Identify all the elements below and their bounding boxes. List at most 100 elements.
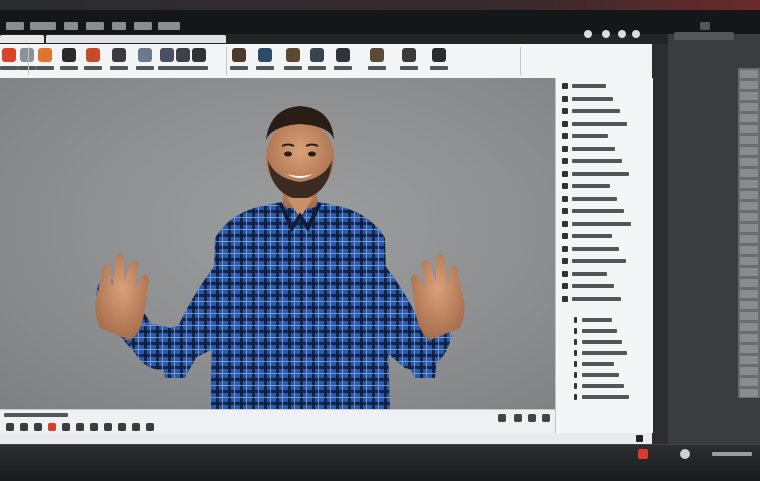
timeline-tool-icon[interactable] xyxy=(62,423,70,431)
camera-icon[interactable] xyxy=(62,48,76,62)
timeline-tool-icon[interactable] xyxy=(118,423,126,431)
menu-item[interactable] xyxy=(30,22,56,30)
light-icon[interactable] xyxy=(286,48,300,62)
record-icon[interactable] xyxy=(2,48,16,62)
property-row[interactable] xyxy=(562,207,646,216)
material-icon[interactable] xyxy=(86,48,100,62)
property-row[interactable] xyxy=(562,157,646,166)
thumbnail-cell[interactable] xyxy=(740,81,758,89)
thumbnail-cell[interactable] xyxy=(740,136,758,144)
menu-item[interactable] xyxy=(64,22,78,30)
tab-document[interactable] xyxy=(0,35,44,43)
thumbnail-cell[interactable] xyxy=(740,290,758,298)
timeline-tool-icon[interactable] xyxy=(20,423,28,431)
property-row[interactable] xyxy=(562,282,646,291)
restore-icon[interactable] xyxy=(618,30,626,38)
image-icon[interactable] xyxy=(370,48,384,62)
thumbnail-cell[interactable] xyxy=(740,257,758,265)
thumbnail-cell[interactable] xyxy=(740,70,758,78)
thumbnail-cell[interactable] xyxy=(740,235,758,243)
thumbnail-cell[interactable] xyxy=(740,169,758,177)
menu-item[interactable] xyxy=(134,22,152,30)
view-icon[interactable] xyxy=(310,48,324,62)
property-row[interactable] xyxy=(562,220,646,229)
property-row[interactable] xyxy=(562,270,646,279)
zoom-icon[interactable] xyxy=(528,414,536,422)
layer-row[interactable] xyxy=(574,349,644,358)
thumbnail-cell[interactable] xyxy=(740,312,758,320)
thumbnail-cell[interactable] xyxy=(740,334,758,342)
thumbnail-cell[interactable] xyxy=(740,323,758,331)
timeline-tool-icon[interactable] xyxy=(104,423,112,431)
layout-icon[interactable] xyxy=(160,48,174,62)
property-row[interactable] xyxy=(562,107,646,116)
thumbnail-cell[interactable] xyxy=(740,114,758,122)
thumbnail-cell[interactable] xyxy=(740,345,758,353)
layer-row[interactable] xyxy=(574,382,644,391)
thumbnail-cell[interactable] xyxy=(740,92,758,100)
shape-icon[interactable] xyxy=(20,48,34,62)
layer-row[interactable] xyxy=(574,371,644,380)
property-row[interactable] xyxy=(562,195,646,204)
timeline-tool-icon[interactable] xyxy=(48,423,56,431)
property-row[interactable] xyxy=(562,82,646,91)
thumbnail-cell[interactable] xyxy=(740,246,758,254)
property-row[interactable] xyxy=(562,295,646,304)
zoom-icon[interactable] xyxy=(514,414,522,422)
thumbnail-cell[interactable] xyxy=(740,279,758,287)
thumbnail-cell[interactable] xyxy=(740,147,758,155)
user-icon[interactable] xyxy=(680,449,690,459)
property-row[interactable] xyxy=(562,132,646,141)
scene-icon[interactable] xyxy=(258,48,272,62)
app-icon[interactable] xyxy=(638,449,648,459)
frame-icon[interactable] xyxy=(176,48,190,62)
minimize-icon[interactable] xyxy=(584,30,592,38)
property-row[interactable] xyxy=(562,120,646,129)
close-icon[interactable] xyxy=(632,30,640,38)
thumbnail-cell[interactable] xyxy=(740,103,758,111)
timeline-tool-icon[interactable] xyxy=(146,423,154,431)
film-icon[interactable] xyxy=(402,48,416,62)
menu-item[interactable] xyxy=(86,22,104,30)
menu-item[interactable] xyxy=(112,22,126,30)
panel-icon[interactable] xyxy=(192,48,206,62)
layer-row[interactable] xyxy=(574,327,644,336)
thumbnail-cell[interactable] xyxy=(740,356,758,364)
grid-icon[interactable] xyxy=(112,48,126,62)
menu-item[interactable] xyxy=(6,22,24,30)
thumbnail-cell[interactable] xyxy=(740,224,758,232)
thumbnail-cell[interactable] xyxy=(740,125,758,133)
thumbnail-cell[interactable] xyxy=(740,191,758,199)
thumbnail-cell[interactable] xyxy=(740,158,758,166)
property-row[interactable] xyxy=(562,95,646,104)
export-icon[interactable] xyxy=(336,48,350,62)
thumbnail-cell[interactable] xyxy=(740,268,758,276)
thumbnail-cell[interactable] xyxy=(740,378,758,386)
render-icon[interactable] xyxy=(232,48,246,62)
timeline-tool-icon[interactable] xyxy=(34,423,42,431)
zoom-icon[interactable] xyxy=(542,414,550,422)
thumbnail-cell[interactable] xyxy=(740,202,758,210)
timeline-tool-icon[interactable] xyxy=(132,423,140,431)
property-row[interactable] xyxy=(562,170,646,179)
thumbnail-cell[interactable] xyxy=(740,389,758,397)
window-control[interactable] xyxy=(700,22,710,30)
thumbnail-cell[interactable] xyxy=(740,180,758,188)
texture-icon[interactable] xyxy=(138,48,152,62)
output-icon[interactable] xyxy=(432,48,446,62)
maximize-icon[interactable] xyxy=(602,30,610,38)
3d-viewport[interactable] xyxy=(0,78,555,409)
zoom-icon[interactable] xyxy=(498,414,506,422)
timeline-tool-icon[interactable] xyxy=(6,423,14,431)
palette-icon[interactable] xyxy=(38,48,52,62)
layer-row[interactable] xyxy=(574,393,644,402)
thumbnail-cell[interactable] xyxy=(740,213,758,221)
thumbnail-cell[interactable] xyxy=(740,301,758,309)
property-row[interactable] xyxy=(562,257,646,266)
timeline-tool-icon[interactable] xyxy=(90,423,98,431)
timeline-tool-icon[interactable] xyxy=(76,423,84,431)
layer-row[interactable] xyxy=(574,316,644,325)
thumbnail-cell[interactable] xyxy=(740,367,758,375)
property-row[interactable] xyxy=(562,145,646,154)
panel-scroll-strip[interactable] xyxy=(738,68,760,398)
